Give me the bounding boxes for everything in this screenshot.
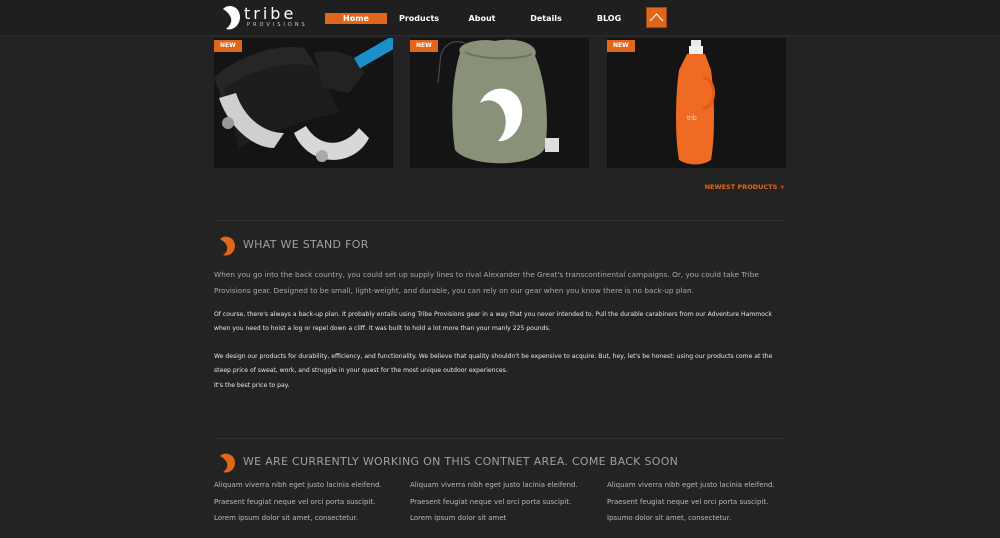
chevron-up-icon (649, 13, 664, 22)
stand-design-paragraph: We design our products for durability, e… (214, 353, 773, 374)
column-line: Praesent feugiat neque vel orci porta su… (607, 497, 769, 506)
brand-name: tribe (244, 4, 297, 23)
column-line: Ipsumo dolor sit amet, consectetur. (607, 514, 732, 522)
nav-details[interactable]: Details (528, 13, 564, 24)
water-bottle-image: trib (607, 38, 786, 168)
stand-intro-paragraph: When you go into the back country, you c… (214, 270, 759, 295)
section-divider (214, 220, 785, 221)
column-line: Aliquam viverra nibh eget justo lacinia … (410, 481, 578, 489)
nav-products[interactable]: Products (398, 13, 440, 24)
tribe-logo-icon (223, 5, 240, 30)
brand-logo[interactable]: tribe PROVISIONS (220, 4, 310, 31)
product-card-hammock[interactable]: NEW (410, 38, 589, 168)
column-line: Lorem ipsum dolor sit amet, consectetur. (214, 514, 358, 522)
stand-price-line: It's the best price to pay. (214, 382, 290, 389)
column-line: Praesent feugiat neque vel orci porta su… (214, 497, 376, 506)
brand-tagline: PROVISIONS (247, 22, 308, 28)
nav-blog[interactable]: BLOG (594, 13, 624, 24)
new-badge: NEW (410, 40, 438, 52)
column-line: Aliquam viverra nibh eget justo lacinia … (214, 481, 382, 489)
section-title-stand-for: WHAT WE STAND FOR (243, 238, 369, 251)
column-line: Praesent feugiat neque vel orci porta su… (410, 497, 572, 506)
content-column-2: Aliquam viverra nibh eget justo lacinia … (410, 477, 600, 527)
product-card-water-bottle[interactable]: trib NEW (607, 38, 786, 168)
top-navigation-bar: tribe PROVISIONS Home Products About Det… (0, 0, 1000, 36)
tribe-logo-icon (220, 236, 235, 256)
product-card-carabiner-strap[interactable]: NEW (214, 38, 393, 168)
carabiner-strap-image (214, 38, 393, 168)
content-column-3: Aliquam viverra nibh eget justo lacinia … (607, 477, 797, 527)
new-badge: NEW (607, 40, 635, 52)
section-divider (214, 438, 785, 439)
newest-products-link[interactable]: NEWEST PRODUCTS + (690, 183, 785, 191)
column-line: Aliquam viverra nibh eget justo lacinia … (607, 481, 775, 489)
nav-about[interactable]: About (466, 13, 498, 24)
tribe-logo-icon (220, 453, 235, 473)
column-line: Lorem ipsum dolor sit amet (410, 514, 507, 522)
stand-backup-paragraph: Of course, there's always a back-up plan… (214, 311, 772, 332)
new-badge: NEW (214, 40, 242, 52)
section-title-working: WE ARE CURRENTLY WORKING ON THIS CONTNET… (243, 455, 679, 468)
nav-home[interactable]: Home (325, 13, 387, 24)
svg-text:trib: trib (687, 115, 697, 122)
content-column-1: Aliquam viverra nibh eget justo lacinia … (214, 477, 404, 527)
scroll-top-button[interactable] (646, 7, 667, 28)
hammock-bag-image (410, 38, 589, 168)
